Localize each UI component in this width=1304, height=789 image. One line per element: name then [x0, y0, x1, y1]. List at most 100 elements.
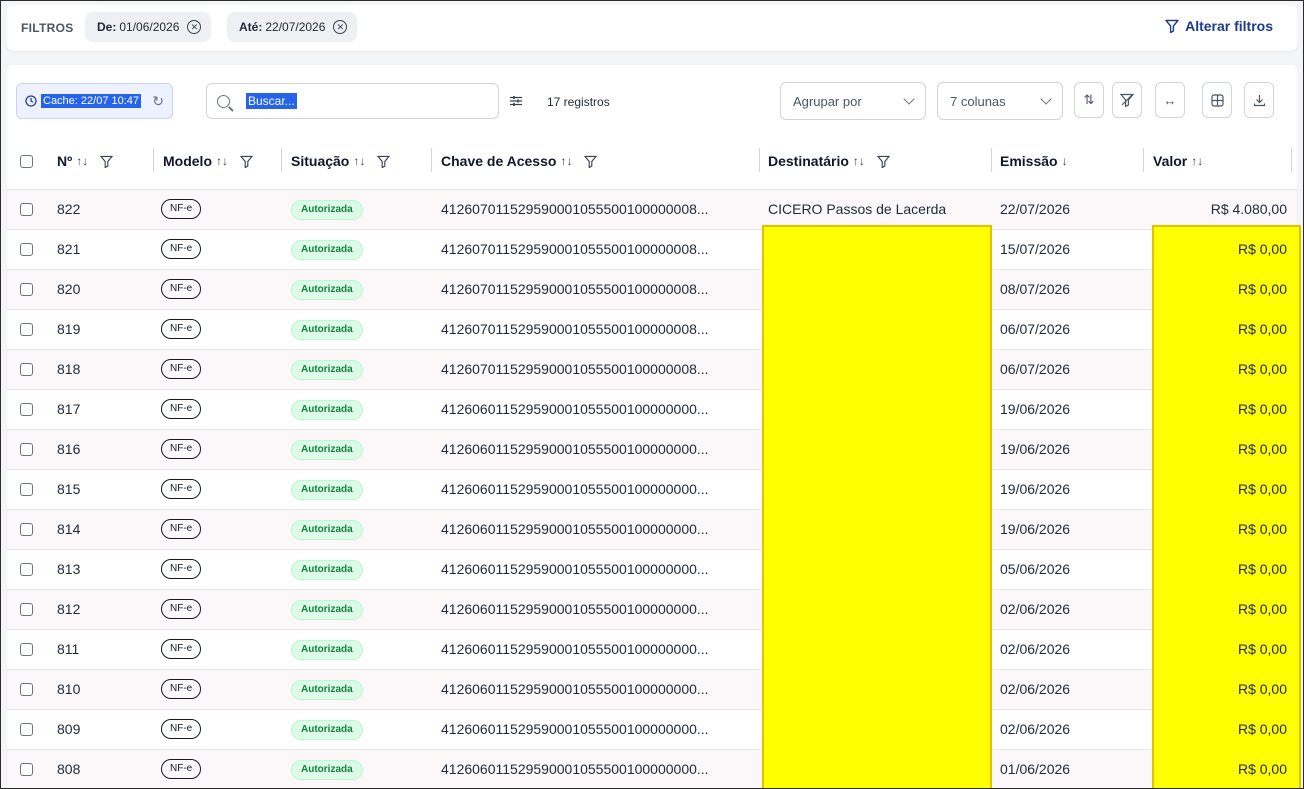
row-checkbox[interactable] [20, 363, 33, 376]
expand-columns-button[interactable]: ↔ [1155, 82, 1185, 118]
row-checkbox[interactable] [20, 243, 33, 256]
row-checkbox[interactable] [20, 203, 33, 216]
sort-button[interactable]: ⇅ [1074, 82, 1104, 118]
column-divider[interactable] [153, 148, 154, 172]
record-count: 17 registros [547, 95, 610, 109]
sort-desc-icon[interactable]: ↓ [1062, 154, 1068, 168]
table-row[interactable]: 816 NF-e Autorizada 41260601152959000105550… [7, 429, 1297, 469]
column-header-destinatario[interactable]: Destinatário ↑↓ [768, 151, 890, 171]
sort-icon[interactable]: ↑↓ [1191, 154, 1203, 168]
table-row[interactable]: 820 NF-e Autorizada 41260701152959000105550… [7, 269, 1297, 309]
download-button[interactable] [1244, 82, 1274, 118]
model-badge: NF-e [161, 719, 202, 739]
column-divider[interactable] [1291, 148, 1292, 172]
cell-numero: 818 [57, 361, 81, 377]
sort-icon[interactable]: ↑↓ [216, 154, 228, 168]
filter-icon[interactable] [240, 155, 253, 168]
cache-button[interactable]: Cache: 22/07 10:47 ↻ [16, 83, 173, 119]
table-row[interactable]: 814 NF-e Autorizada 41260601152959000105550… [7, 509, 1297, 549]
filter-chip-from-value: 01/06/2026 [119, 20, 180, 34]
cell-valor: R$ 0,00 [1237, 401, 1287, 417]
cell-numero: 821 [57, 241, 81, 257]
change-filters-button[interactable]: Alterar filtros [1165, 18, 1273, 34]
model-badge: NF-e [161, 519, 202, 539]
filter-icon[interactable] [876, 155, 890, 168]
column-divider[interactable] [759, 148, 760, 172]
row-checkbox[interactable] [20, 563, 33, 576]
column-header-modelo[interactable]: Modelo ↑↓ [163, 151, 253, 171]
cell-valor: R$ 0,00 [1237, 641, 1287, 657]
group-by-select[interactable]: Agrupar por [780, 82, 926, 120]
filter-icon[interactable] [377, 155, 391, 168]
cell-valor: R$ 0,00 [1237, 601, 1287, 617]
search-input[interactable]: Buscar... [206, 83, 499, 119]
table-row[interactable]: 817 NF-e Autorizada 41260601152959000105550… [7, 389, 1297, 429]
table-row[interactable]: 808 NF-e Autorizada 41260601152959000105550… [7, 749, 1297, 788]
cell-numero: 819 [57, 321, 81, 337]
cell-numero: 812 [57, 601, 81, 617]
cell-emissao: 19/06/2026 [1000, 481, 1071, 497]
cell-chave: 412606011529590001055500100000000... [441, 401, 709, 417]
highlight-valor-column [1152, 225, 1301, 788]
column-divider[interactable] [281, 148, 282, 172]
table-row[interactable]: 810 NF-e Autorizada 41260601152959000105550… [7, 669, 1297, 709]
columns-select[interactable]: 7 colunas [937, 82, 1063, 120]
table-row[interactable]: 809 NF-e Autorizada 41260601152959000105550… [7, 709, 1297, 749]
filter-chip-to-prefix: Até: [239, 20, 263, 34]
row-checkbox[interactable] [20, 723, 33, 736]
row-checkbox[interactable] [20, 403, 33, 416]
clock-icon [25, 95, 37, 107]
cell-chave: 412606011529590001055500100000000... [441, 641, 709, 657]
row-checkbox[interactable] [20, 283, 33, 296]
row-checkbox[interactable] [20, 523, 33, 536]
row-checkbox[interactable] [20, 643, 33, 656]
arrows-horizontal-icon: ↔ [1163, 92, 1177, 108]
column-header-emissao[interactable]: Emissão ↓ [1000, 151, 1068, 171]
sort-icon[interactable]: ↑↓ [76, 154, 88, 168]
close-icon[interactable]: ✕ [187, 20, 202, 34]
sort-icon[interactable]: ↑↓ [353, 154, 365, 168]
status-badge: Autorizada [291, 400, 363, 420]
model-badge: NF-e [161, 759, 202, 779]
filter-chip-from[interactable]: De: 01/06/2026 ✕ [85, 12, 212, 42]
filter-icon[interactable] [584, 155, 598, 168]
row-checkbox[interactable] [20, 603, 33, 616]
table-toolbar: Cache: 22/07 10:47 ↻ Buscar... 17 regist… [7, 65, 1297, 125]
row-checkbox[interactable] [20, 443, 33, 456]
row-checkbox[interactable] [20, 483, 33, 496]
table-row[interactable]: 821 NF-e Autorizada 41260701152959000105550… [7, 229, 1297, 269]
cell-destinatario: CICERO Passos de Lacerda [768, 201, 947, 217]
row-checkbox[interactable] [20, 763, 33, 776]
table-row[interactable]: 815 NF-e Autorizada 41260601152959000105550… [7, 469, 1297, 509]
status-badge: Autorizada [291, 440, 363, 460]
table-row[interactable]: 811 NF-e Autorizada 41260601152959000105550… [7, 629, 1297, 669]
column-header-valor[interactable]: Valor ↑↓ [1153, 151, 1203, 171]
table-row[interactable]: 822 NF-e Autorizada 41260701152959000105550… [7, 189, 1297, 229]
table-row[interactable]: 813 NF-e Autorizada 41260601152959000105550… [7, 549, 1297, 589]
filter-icon[interactable] [100, 155, 114, 168]
sort-icon[interactable]: ↑↓ [853, 154, 865, 168]
cell-valor: R$ 0,00 [1237, 321, 1287, 337]
column-header-situacao[interactable]: Situação ↑↓ [291, 151, 391, 171]
advanced-search-button[interactable] [506, 91, 526, 111]
column-divider[interactable] [1143, 148, 1144, 172]
column-divider[interactable] [431, 148, 432, 172]
sort-icon[interactable]: ↑↓ [560, 154, 572, 168]
layout-button[interactable] [1202, 82, 1232, 118]
column-header-chave[interactable]: Chave de Acesso ↑↓ [441, 151, 598, 171]
status-badge: Autorizada [291, 640, 363, 660]
close-icon[interactable]: ✕ [333, 20, 348, 34]
row-checkbox[interactable] [20, 683, 33, 696]
table-row[interactable]: 812 NF-e Autorizada 41260601152959000105550… [7, 589, 1297, 629]
table-row[interactable]: 818 NF-e Autorizada 41260701152959000105550… [7, 349, 1297, 389]
row-checkbox[interactable] [20, 323, 33, 336]
column-divider[interactable] [991, 148, 992, 172]
table-row[interactable]: 819 NF-e Autorizada 41260701152959000105550… [7, 309, 1297, 349]
column-header-numero[interactable]: Nº ↑↓ [57, 151, 114, 171]
clear-filters-button[interactable] [1112, 82, 1142, 118]
select-all-checkbox[interactable] [20, 155, 33, 168]
cell-valor: R$ 0,00 [1237, 521, 1287, 537]
sliders-icon [510, 96, 522, 106]
refresh-icon[interactable]: ↻ [152, 93, 164, 110]
filter-chip-to[interactable]: Até: 22/07/2026 ✕ [227, 12, 358, 42]
